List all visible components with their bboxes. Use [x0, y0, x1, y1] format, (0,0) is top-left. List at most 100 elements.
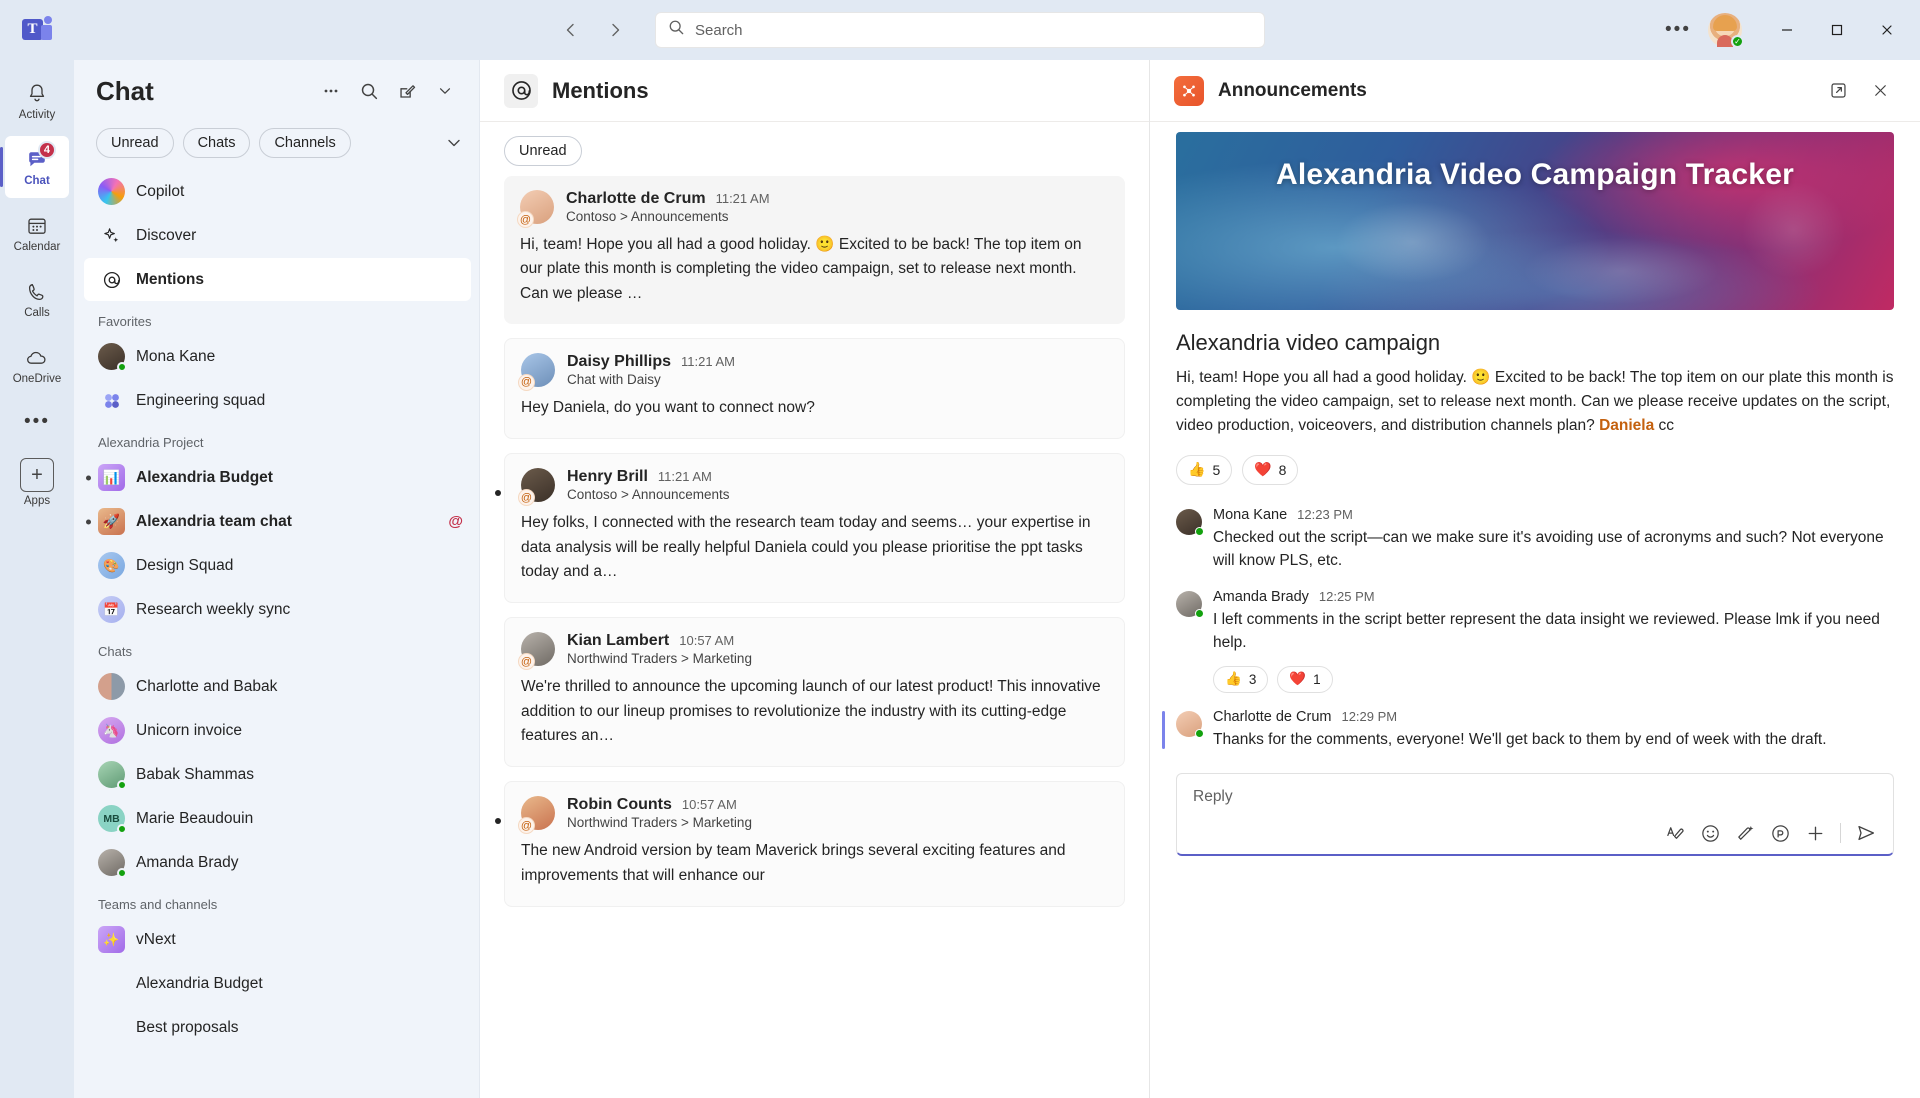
reply-input-placeholder: Reply: [1193, 788, 1233, 806]
chat-list-scroll: Copilot Discover Mentions Favorites Mona…: [74, 170, 479, 1098]
add-icon[interactable]: [1805, 823, 1826, 844]
rail-item-onedrive[interactable]: OneDrive: [5, 334, 69, 396]
back-button[interactable]: [554, 13, 588, 47]
emoji-icon[interactable]: [1700, 823, 1721, 844]
announcements-panel: Announcements Alexandria Video Campaign …: [1150, 60, 1920, 1098]
mention-author: Robin Counts: [567, 796, 672, 814]
minimize-button[interactable]: [1764, 10, 1810, 50]
post-body-part1: Hi, team! Hope you all had a good holida…: [1176, 369, 1894, 435]
close-button[interactable]: [1864, 10, 1910, 50]
mention-meta: Kian Lambert 10:57 AM Northwind Traders …: [567, 632, 752, 666]
format-icon[interactable]: [1665, 823, 1686, 844]
maximize-button[interactable]: [1814, 10, 1860, 50]
forward-button[interactable]: [598, 13, 632, 47]
chat-item-alexandria-team-chat[interactable]: 🚀 Alexandria team chat @: [84, 500, 471, 543]
reply-author: Charlotte de Crum: [1213, 708, 1332, 725]
reaction-thumbsup[interactable]: 👍 3: [1213, 665, 1269, 693]
reaction-heart[interactable]: ❤️ 8: [1242, 454, 1299, 485]
avatar: @: [518, 632, 555, 671]
mention-location: Contoso > Announcements: [567, 487, 730, 503]
reaction-heart[interactable]: ❤️ 1: [1277, 665, 1333, 693]
post-body-part2: cc: [1654, 417, 1675, 435]
chevron-down-icon[interactable]: [427, 73, 463, 109]
filter-unread[interactable]: Unread: [504, 136, 582, 166]
filter-chats[interactable]: Chats: [182, 128, 251, 158]
chat-item-alexandria-budget[interactable]: 📊 Alexandria Budget: [84, 456, 471, 499]
rail-item-calls[interactable]: Calls: [5, 268, 69, 330]
chat-item-discover[interactable]: Discover: [84, 214, 471, 257]
mention-card[interactable]: @ Henry Brill 11:21 AM Contoso > Announc…: [495, 453, 1125, 604]
presence-available-icon: [1195, 526, 1204, 536]
avatar: ✨: [98, 926, 125, 953]
compose-icon[interactable]: [389, 73, 425, 109]
mention-meta: Henry Brill 11:21 AM Contoso > Announcem…: [567, 468, 730, 502]
filter-channels[interactable]: Channels: [259, 128, 351, 158]
reply-composer[interactable]: Reply: [1176, 773, 1894, 857]
reaction-thumbsup[interactable]: 👍 5: [1176, 454, 1233, 485]
rail-item-chat[interactable]: 4 Chat: [0, 136, 69, 198]
thumbsup-icon: 👍: [1188, 461, 1206, 478]
copilot-wand-icon[interactable]: [1735, 823, 1756, 844]
send-icon[interactable]: [1855, 822, 1877, 844]
chat-item-engineering-squad[interactable]: Engineering squad: [84, 379, 471, 422]
mention-card[interactable]: @ Daisy Phillips 11:21 AM Chat with Dais…: [504, 337, 1125, 440]
section-chats-label: Chats: [98, 644, 132, 659]
mention-text: Hey Daniela, do you want to connect now?: [521, 398, 815, 416]
chat-item-vnext[interactable]: ✨ vNext: [84, 918, 471, 961]
reply-item[interactable]: Mona Kane 12:23 PM Checked out the scrip…: [1176, 507, 1894, 573]
chat-item-research-weekly-sync[interactable]: 📅 Research weekly sync: [84, 588, 471, 631]
chat-filter-pills: Unread Chats Channels: [74, 122, 479, 170]
rail-item-apps[interactable]: + Apps: [20, 458, 54, 507]
mention-card[interactable]: @ Robin Counts 10:57 AM Northwind Trader…: [495, 781, 1125, 907]
search-icon[interactable]: [351, 73, 387, 109]
presence-available-icon: [1195, 608, 1204, 618]
avatar: 🚀: [98, 508, 125, 535]
reply-list: Mona Kane 12:23 PM Checked out the scrip…: [1162, 507, 1894, 752]
channel-item-best-proposals[interactable]: Best proposals: [84, 1006, 471, 1049]
praise-icon[interactable]: [1770, 823, 1791, 844]
expand-filters-chevron-down-icon[interactable]: [445, 134, 463, 152]
mentions-panel: Mentions Unread @ Charlotte de Crum 11:2…: [480, 60, 1150, 1098]
rail-label-activity: Activity: [18, 109, 56, 121]
search-input[interactable]: Search: [655, 12, 1265, 48]
chat-panel-title: Chat: [96, 75, 154, 106]
chat-item-amanda-brady[interactable]: Amanda Brady: [84, 841, 471, 884]
chat-item-copilot[interactable]: Copilot: [84, 170, 471, 213]
chat-item-unicorn-invoice[interactable]: 🦄 Unicorn invoice: [84, 709, 471, 752]
heart-icon: ❤️: [1254, 461, 1272, 478]
presence-available-icon: [117, 824, 127, 834]
mention-card[interactable]: @ Kian Lambert 10:57 AM Northwind Trader…: [504, 617, 1125, 768]
rail-more-button[interactable]: •••: [24, 400, 50, 444]
rail-label-apps: Apps: [23, 495, 51, 507]
avatar: [1176, 508, 1204, 536]
reply-author: Mona Kane: [1213, 506, 1288, 523]
settings-more-button[interactable]: •••: [1658, 13, 1698, 47]
sparkle-icon: [98, 226, 125, 245]
reply-reactions: 👍 3 ❤️ 1: [1213, 665, 1894, 693]
at-mention-icon: @: [518, 489, 535, 507]
chat-item-marie-beaudouin[interactable]: MB Marie Beaudouin: [84, 797, 471, 840]
close-icon[interactable]: [1862, 73, 1898, 109]
mention-card[interactable]: @ Charlotte de Crum 11:21 AM Contoso > A…: [504, 176, 1125, 324]
chat-item-mentions[interactable]: Mentions: [84, 258, 471, 301]
chat-item-charlotte-and-babak[interactable]: Charlotte and Babak: [84, 665, 471, 708]
chat-item-babak-shammas[interactable]: Babak Shammas: [84, 753, 471, 796]
popout-icon[interactable]: [1820, 73, 1856, 109]
mention-location: Chat with Daisy: [567, 371, 661, 387]
avatar: [1176, 590, 1204, 618]
avatar: [98, 343, 127, 372]
mention-badge-icon: @: [448, 513, 463, 530]
rail-item-calendar[interactable]: Calendar: [5, 202, 69, 264]
rail-item-activity[interactable]: Activity: [5, 70, 69, 132]
more-icon[interactable]: [313, 73, 349, 109]
reply-item[interactable]: Charlotte de Crum 12:29 PM Thanks for th…: [1162, 708, 1894, 752]
reply-item[interactable]: Amanda Brady 12:25 PM I left comments in…: [1176, 589, 1894, 693]
chat-item-mona-kane[interactable]: Mona Kane: [84, 335, 471, 378]
post-mention-daniela[interactable]: Daniela: [1599, 417, 1654, 434]
reply-time: 12:23 PM: [1297, 506, 1353, 522]
user-avatar[interactable]: ✓: [1708, 13, 1744, 48]
chat-item-design-squad[interactable]: 🎨 Design Squad: [84, 544, 471, 587]
mention-text: Hi, team! Hope you all had a good holida…: [520, 236, 1082, 302]
filter-unread[interactable]: Unread: [96, 128, 174, 158]
channel-item-alexandria-budget[interactable]: Alexandria Budget: [84, 962, 471, 1005]
